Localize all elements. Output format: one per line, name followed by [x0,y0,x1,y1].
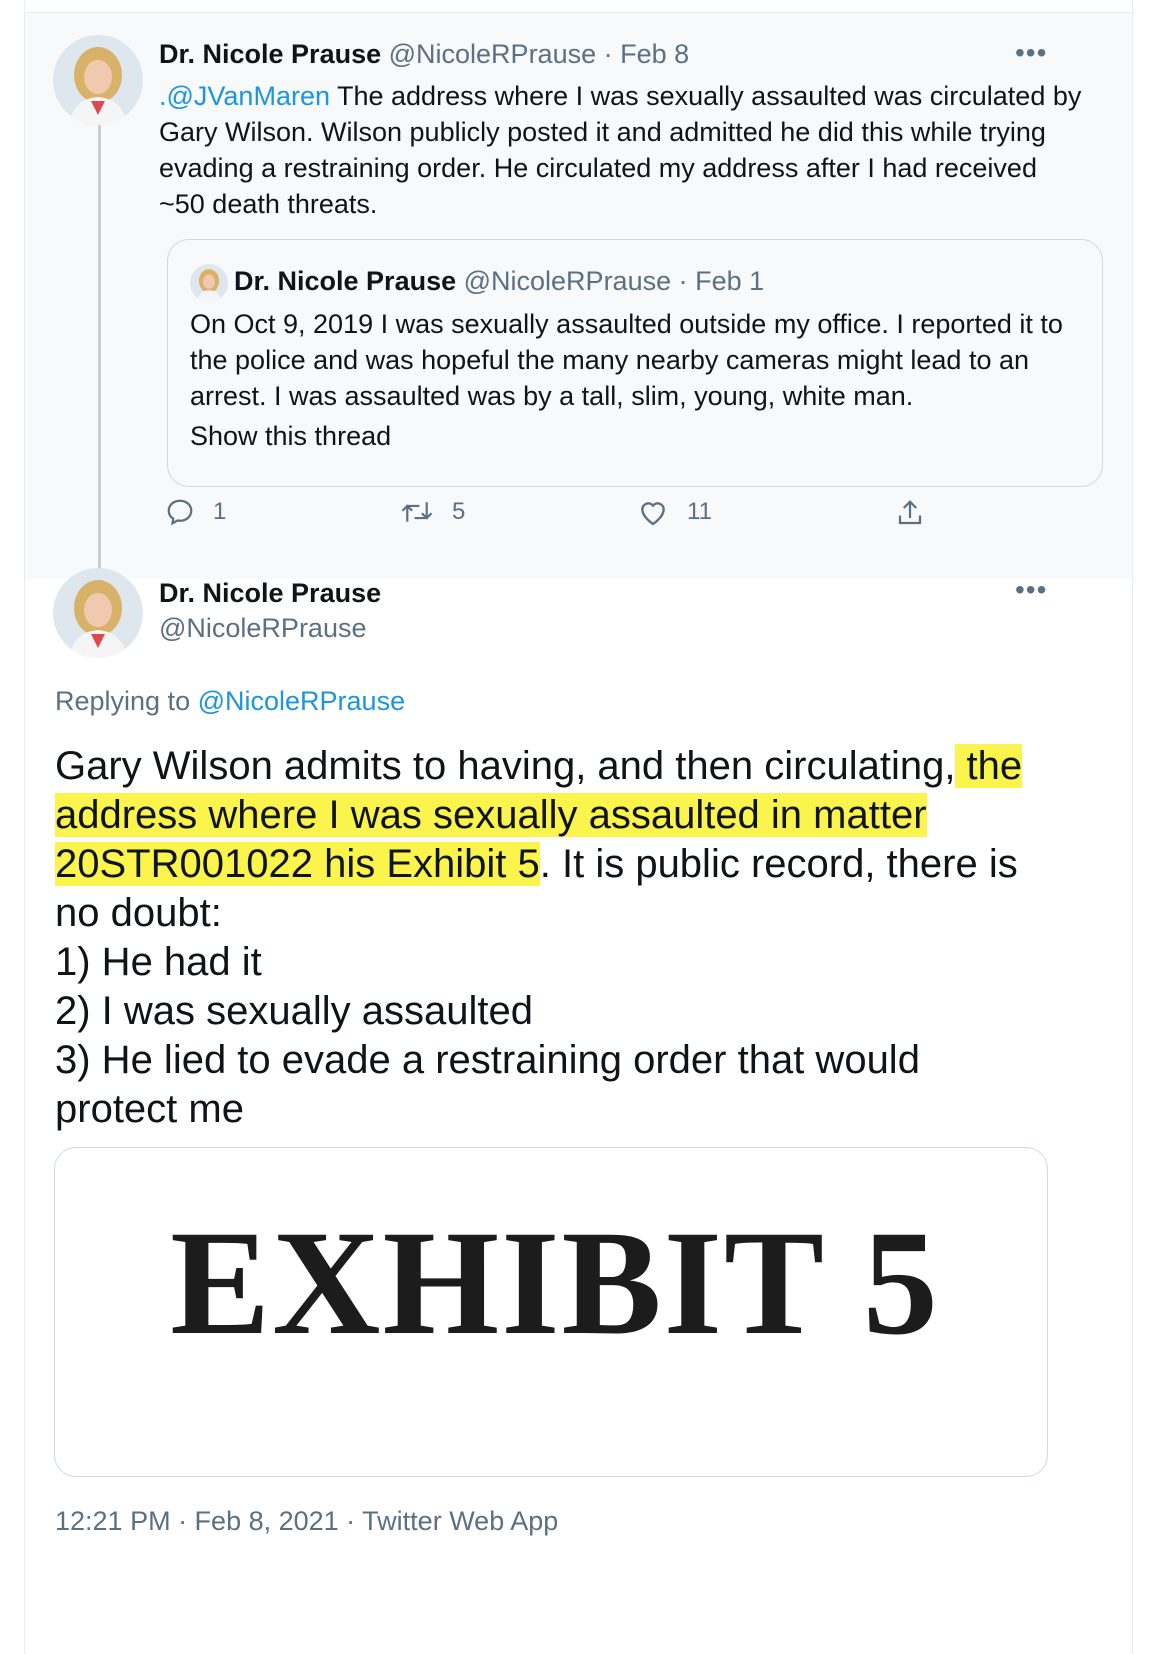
profile-photo-icon [53,568,143,658]
like-count: 11 [687,498,712,525]
retweet-button[interactable]: 5 [400,497,465,527]
main-tweet-text: Gary Wilson admits to having, and then c… [55,742,1065,1134]
avatar[interactable] [53,35,143,125]
highlighted-text: address where I was sexually assaulted i… [55,793,927,837]
tweet-actions: 1 5 11 [165,497,1155,541]
replying-to: Replying to @NicoleRPrause [55,686,405,717]
reply-count: 1 [213,498,227,525]
text-line: the police and was hopeful the many near… [190,345,1030,375]
quoted-tweet[interactable]: Dr. Nicole Prause @NicoleRPrause · Feb 1… [167,239,1103,487]
separator-dot: · [678,266,688,296]
text-line: Gary Wilson. Wilson publicly posted it a… [159,117,1046,147]
like-button[interactable]: 11 [637,497,712,527]
author-name[interactable]: Dr. Nicole Prause [159,39,381,69]
author-handle[interactable]: @NicoleRPrause [159,613,366,644]
retweet-count: 5 [452,498,466,525]
attached-image[interactable]: EXHIBIT 5 [54,1147,1048,1477]
text-line: arrest. I was assaulted was by a tall, s… [190,381,914,411]
author-name[interactable]: Dr. Nicole Prause [159,578,381,609]
quoted-tweet-text: On Oct 9, 2019 I was sexually assaulted … [190,306,1090,414]
author-handle[interactable]: @NicoleRPrause [389,39,596,69]
tweet-timestamp[interactable]: 12:21 PM · Feb 8, 2021 · Twitter Web App [55,1506,558,1537]
more-options-icon[interactable]: ••• [1015,39,1047,67]
highlighted-text: 20STR001022 his Exhibit 5 [55,842,540,886]
highlighted-text: the [955,744,1023,788]
replying-to-handle[interactable]: @NicoleRPrause [198,686,405,716]
quoted-tweet-header: Dr. Nicole Prause @NicoleRPrause · Feb 1 [234,266,764,297]
parent-tweet-header: Dr. Nicole Prause @NicoleRPrause · Feb 8 [159,39,689,70]
text-line: protect me [55,1087,244,1131]
heart-icon [641,502,665,526]
replying-to-label: Replying to [55,686,191,716]
tweet-date[interactable]: Feb 8 [620,39,689,69]
exhibit-label: EXHIBIT 5 [170,1200,940,1366]
reply-icon [167,499,193,526]
text-line: no doubt: [55,891,222,935]
parent-tweet[interactable]: Dr. Nicole Prause @NicoleRPrause · Feb 8… [25,12,1132,579]
text-line: The address where I was sexually assault… [329,81,1082,111]
more-options-icon[interactable]: ••• [1015,576,1047,604]
parent-tweet-text: .@JVanMaren The address where I was sexu… [159,78,1081,222]
author-name: Dr. Nicole Prause [234,266,457,296]
profile-photo-icon [53,35,143,125]
reply-button[interactable]: 1 [165,497,226,527]
separator-dot: · [603,39,613,69]
text-line: 2) I was sexually assaulted [55,989,534,1033]
show-thread-link[interactable]: Show this thread [190,418,391,454]
text-line: evading a restraining order. He circulat… [159,153,1037,183]
retweet-icon [401,502,433,522]
text-line: ~50 death threats. [159,189,378,219]
avatar [190,264,228,302]
avatar[interactable] [53,568,143,658]
tweet-thread: Dr. Nicole Prause @NicoleRPrause · Feb 8… [24,0,1133,1654]
thread-connector-line [98,110,101,590]
author-handle: @NicoleRPrause [463,266,672,296]
profile-photo-icon [190,264,228,302]
share-icon [898,500,922,525]
text-segment: Gary Wilson admits to having, and then c… [55,744,956,788]
text-line: 3) He lied to evade a restraining order … [55,1038,920,1082]
text-segment: . It is public record, there is [539,842,1018,886]
tweet-date: Feb 1 [695,266,765,296]
share-button[interactable] [895,497,943,529]
mention-link[interactable]: .@JVanMaren [159,81,330,111]
text-line: 1) He had it [55,940,262,984]
text-line: On Oct 9, 2019 I was sexually assaulted … [190,309,1063,339]
